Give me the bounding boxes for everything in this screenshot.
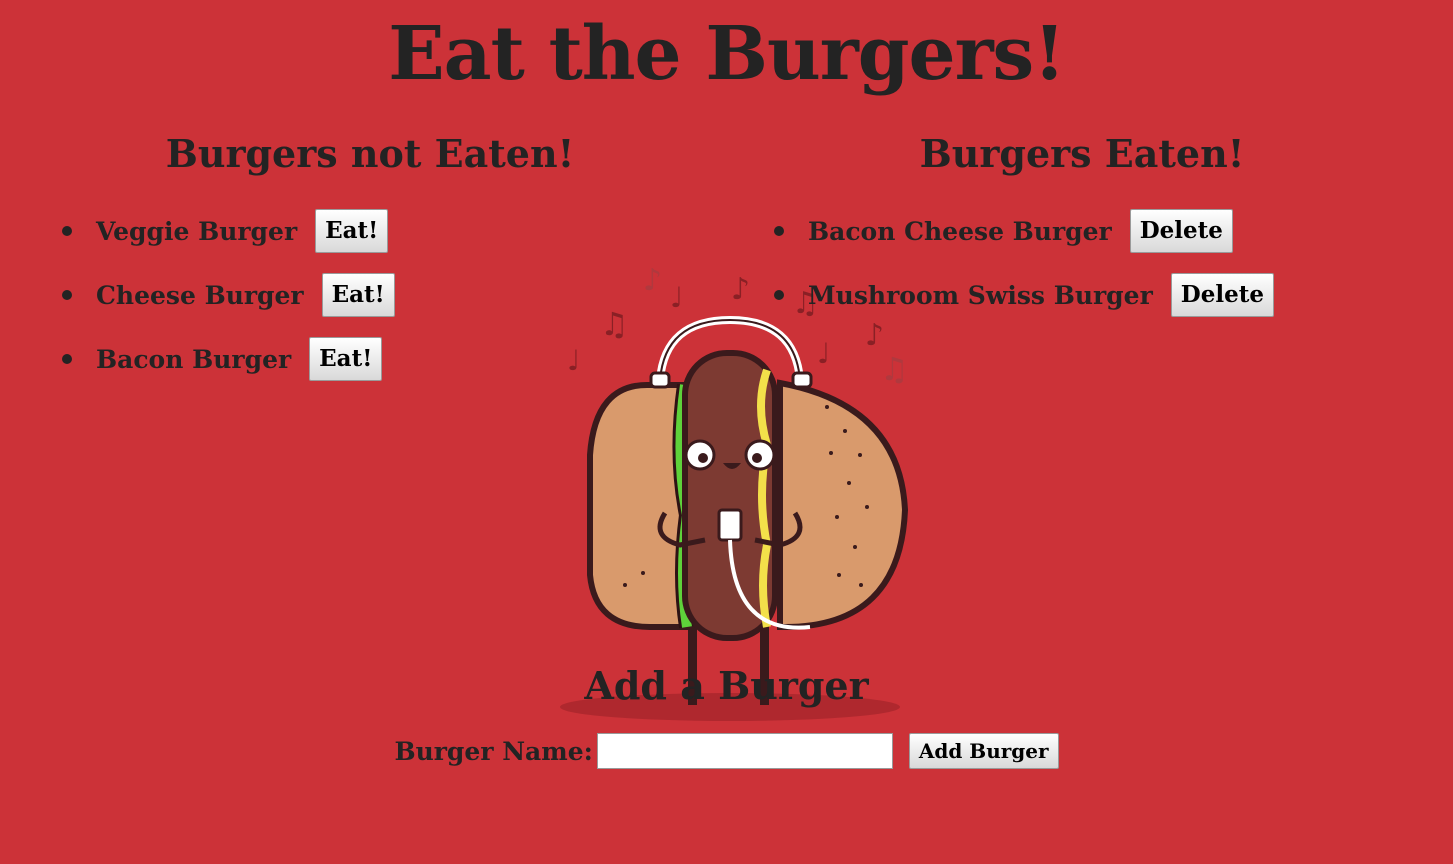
burger-name: Bacon Burger: [96, 344, 292, 374]
bullet-icon: [774, 226, 784, 236]
add-burger-button[interactable]: Add Burger: [908, 733, 1059, 769]
add-burger-form: Burger Name: Add Burger: [0, 733, 1453, 769]
eat-button[interactable]: Eat!: [315, 209, 389, 253]
svg-text:♫: ♫: [600, 305, 629, 343]
eaten-list: Bacon Cheese Burger Delete Mushroom Swis…: [770, 208, 1274, 336]
delete-button[interactable]: Delete: [1129, 209, 1233, 253]
eat-button[interactable]: Eat!: [321, 273, 395, 317]
svg-text:♩: ♩: [670, 281, 683, 314]
not-eaten-list: Veggie Burger Eat! Cheese Burger Eat! Ba…: [58, 208, 395, 400]
add-burger-heading: Add a Burger: [584, 663, 869, 708]
delete-button[interactable]: Delete: [1170, 273, 1274, 317]
svg-text:♩: ♩: [567, 344, 580, 377]
eat-button[interactable]: Eat!: [309, 337, 383, 381]
list-item: Mushroom Swiss Burger Delete: [770, 272, 1274, 318]
list-item: Cheese Burger Eat!: [58, 272, 395, 318]
burger-name-input[interactable]: [596, 733, 893, 769]
burger-name: Veggie Burger: [96, 216, 298, 246]
bullet-icon: [62, 290, 72, 300]
list-item: Bacon Cheese Burger Delete: [770, 208, 1274, 254]
svg-text:♪: ♪: [731, 272, 750, 307]
bullet-icon: [62, 354, 72, 364]
burger-name: Cheese Burger: [96, 280, 304, 310]
page-title: Eat the Burgers!: [388, 11, 1065, 97]
eaten-heading: Burgers Eaten!: [919, 131, 1245, 176]
svg-text:♫: ♫: [880, 350, 909, 388]
not-eaten-heading: Burgers not Eaten!: [165, 131, 575, 176]
burger-name: Bacon Cheese Burger: [808, 216, 1112, 246]
list-item: Veggie Burger Eat!: [58, 208, 395, 254]
svg-text:♩: ♩: [817, 337, 830, 370]
burger-name: Mushroom Swiss Burger: [808, 280, 1153, 310]
page: Eat the Burgers! ♪ ♩ ♪ ♫ ♩ ♫ ♩ ♪ ♫ Burge…: [0, 0, 1453, 864]
list-item: Bacon Burger Eat!: [58, 336, 395, 382]
burger-name-label: Burger Name:: [394, 736, 593, 766]
bullet-icon: [62, 226, 72, 236]
svg-text:♪: ♪: [643, 263, 662, 298]
bullet-icon: [774, 290, 784, 300]
